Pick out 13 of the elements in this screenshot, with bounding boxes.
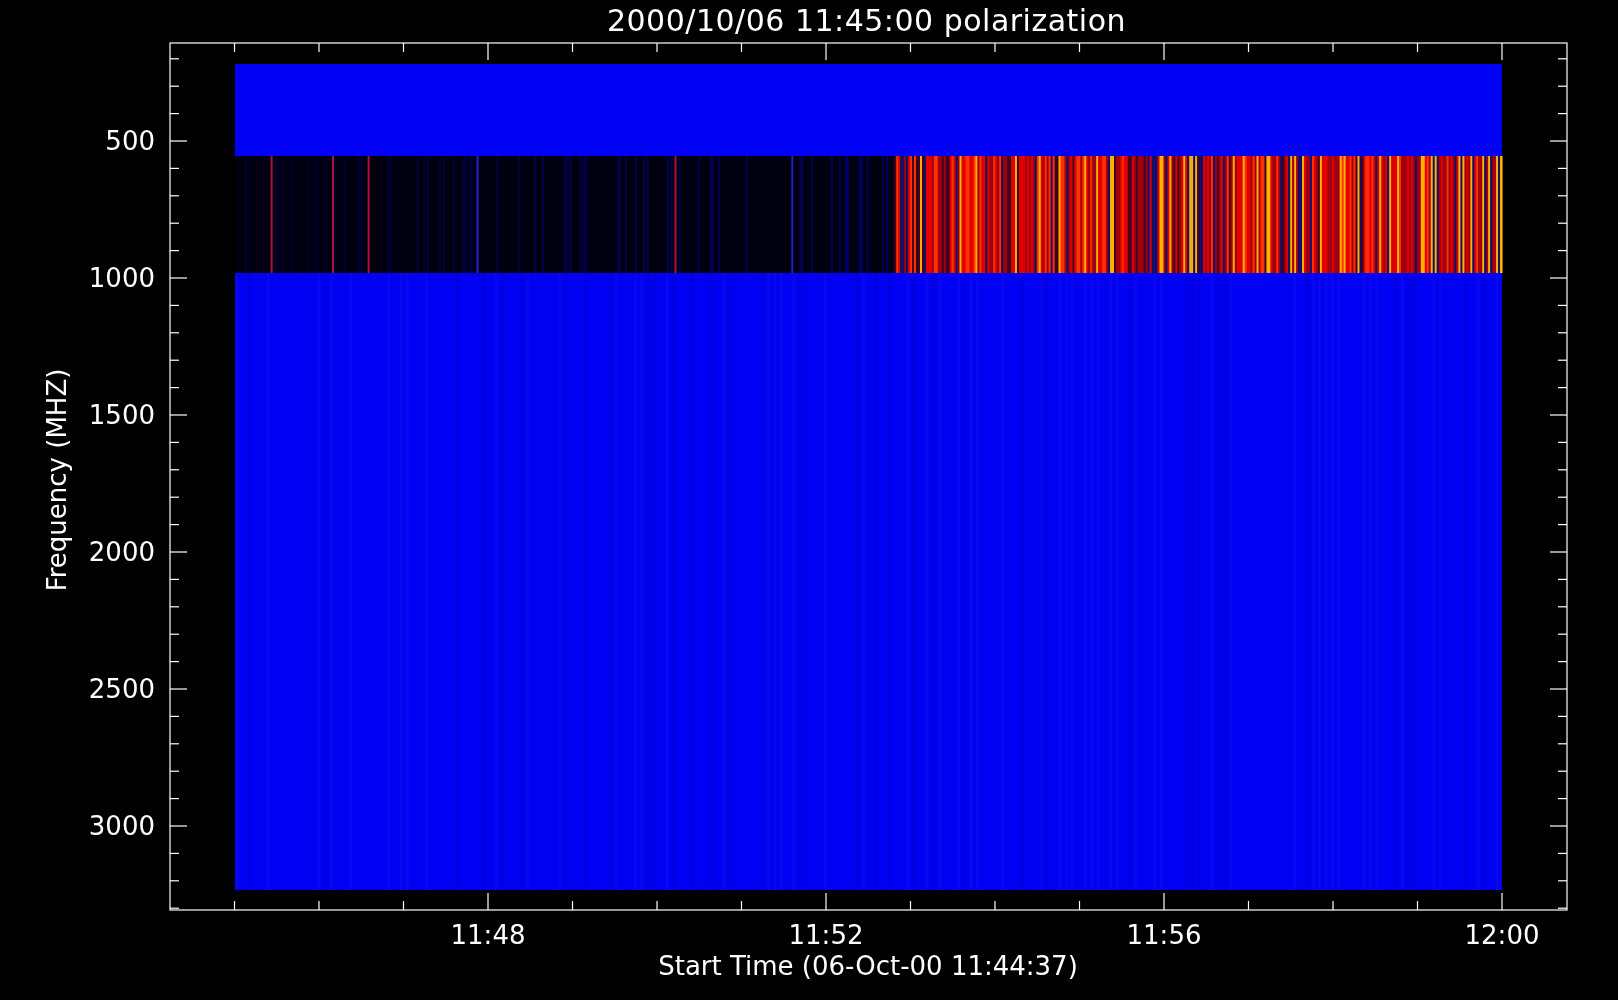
x-tick-label: 11:56 <box>1126 920 1202 950</box>
y-tick-label: 500 <box>105 126 155 156</box>
y-tick-label: 1000 <box>88 263 155 293</box>
x-tick-label: 12:00 <box>1464 920 1540 950</box>
y-tick-label: 1500 <box>88 400 155 430</box>
y-axis-label: Frequency (MHZ) <box>42 368 72 592</box>
x-axis-label: Start Time (06-Oct-00 11:44:37) <box>658 951 1078 981</box>
x-tick-label: 11:48 <box>450 920 526 950</box>
y-tick-label: 3000 <box>88 811 155 841</box>
y-tick-label: 2500 <box>88 674 155 704</box>
x-tick-label: 11:52 <box>788 920 864 950</box>
y-tick-label: 2000 <box>88 537 155 567</box>
plot-title: 2000/10/06 11:45:00 polarization <box>606 2 1127 38</box>
